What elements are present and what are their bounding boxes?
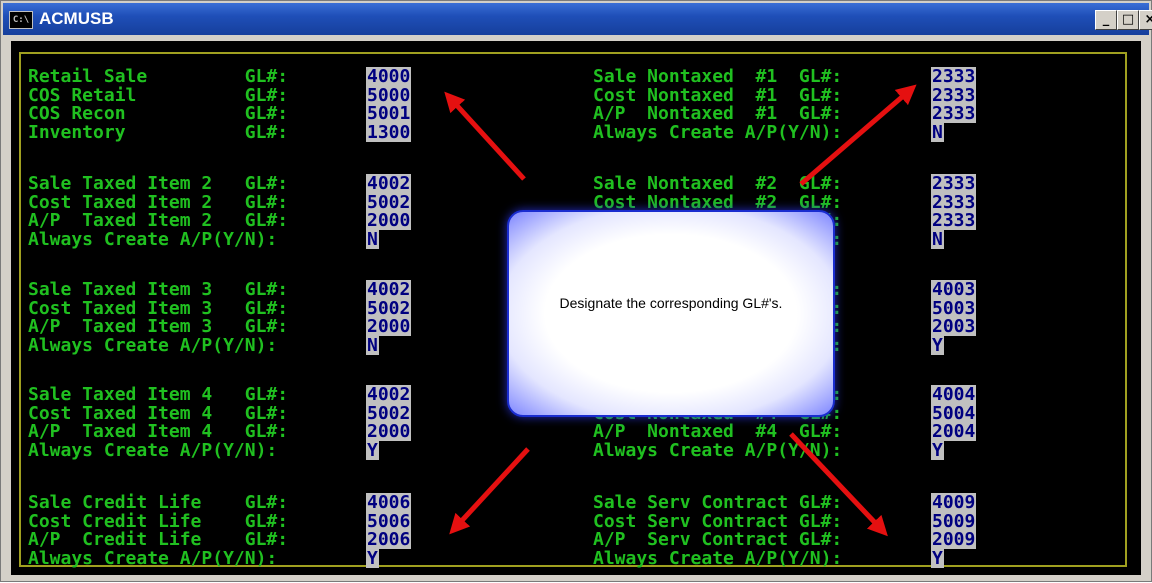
arrow-down-left xyxy=(449,447,530,535)
arrow-down-right xyxy=(789,432,888,537)
arrow-up-left xyxy=(444,91,526,181)
console-window: C:\ ACMUSB _ □ × Retail Sale GL#: 4000 COS… xyxy=(0,0,1152,582)
arrow-up-right xyxy=(799,84,917,186)
annotation-arrows xyxy=(444,84,917,537)
